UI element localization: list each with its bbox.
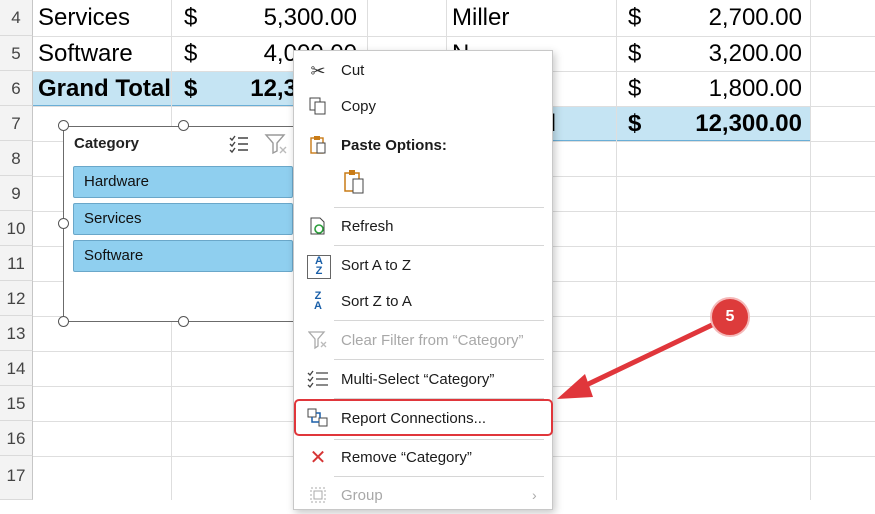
step-badge: 5 [710, 297, 750, 337]
annotation-arrow [557, 322, 715, 399]
